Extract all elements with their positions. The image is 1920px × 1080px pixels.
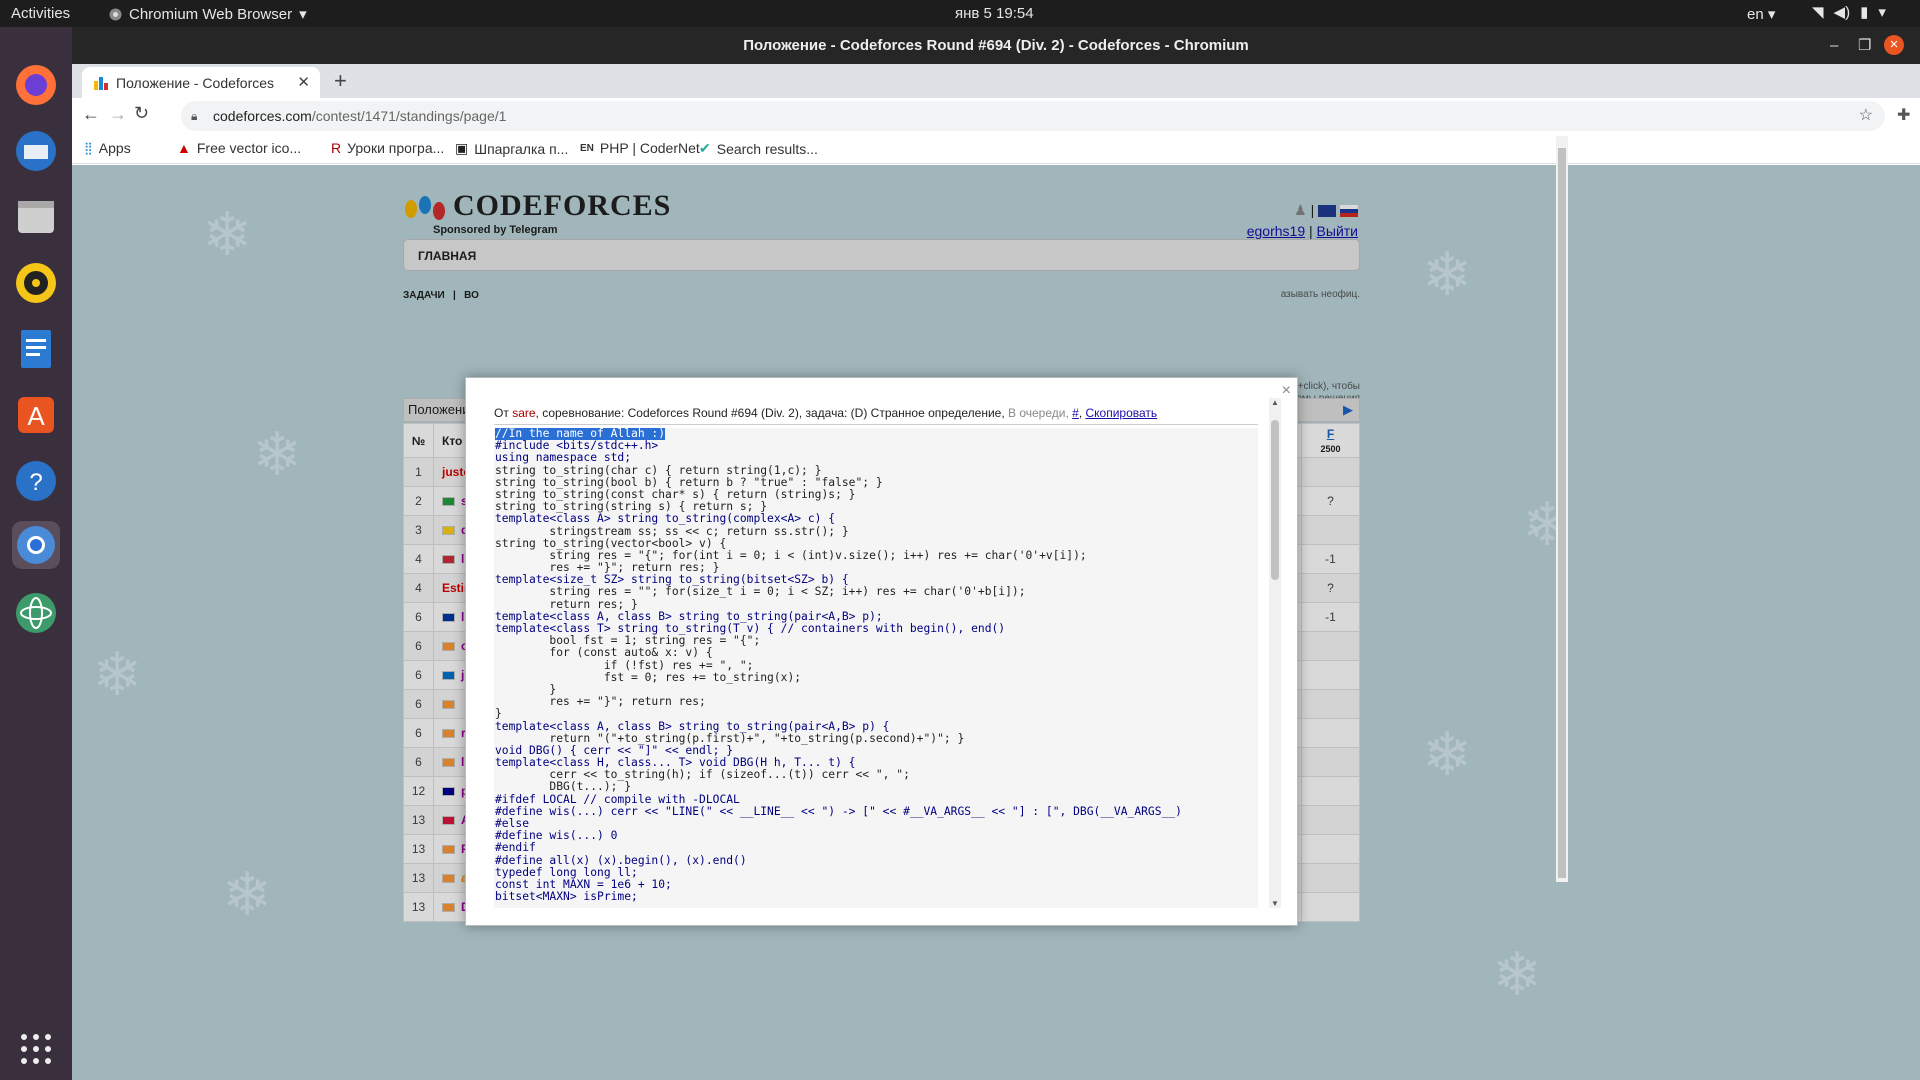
code-line: #define all(x) (x).begin(), (x).end() — [495, 853, 747, 867]
svg-text:A: A — [27, 401, 45, 431]
source-code[interactable]: //In the name of Allah :) #include <bits/… — [494, 428, 1258, 908]
restore-icon[interactable]: ❐ — [1858, 27, 1871, 64]
page-scrollbar-thumb[interactable] — [1558, 148, 1566, 878]
window-titlebar[interactable]: Положение - Codeforces Round #694 (Div. … — [72, 27, 1920, 64]
code-line: for (const auto& x: v) { — [495, 646, 713, 660]
atom-icon[interactable] — [12, 589, 60, 637]
power-menu-icon: ▾ — [1878, 4, 1886, 21]
help-icon[interactable]: ? — [12, 457, 60, 505]
selected-text: //In the name of Allah :) — [495, 428, 666, 440]
system-top-bar: Activities Chromium Web Browser ▾ янв 5 … — [0, 0, 1920, 27]
bookmark-free-vector[interactable]: ▲ Free vector ico... — [177, 140, 301, 156]
code-line: return res; } — [495, 597, 638, 611]
keyboard-layout[interactable]: en ▾ — [1747, 5, 1775, 23]
code-line: template<class A, class B> string to_str… — [495, 719, 890, 733]
code-line: res += "}"; return res; — [495, 695, 706, 709]
writer-icon[interactable] — [12, 325, 60, 373]
code-line: string res = ""; for(size_t i = 0; i < S… — [495, 585, 1026, 599]
page-viewport: ❄ ❄ ❄ ❄ ❄ ❄ ❄ ❄ CODEFORCES Sponsored by … — [72, 165, 1920, 1080]
code-line: using namespace std; — [495, 451, 632, 465]
code-line: #define wis(...) 0 — [495, 829, 618, 843]
new-tab-icon[interactable]: + — [334, 68, 347, 94]
browser-toolbar: ← → ↻ 🔒︎ codeforces.com/contest/1471/sta… — [72, 98, 1920, 134]
bookmark-lessons[interactable]: R Уроки програ... — [331, 140, 444, 156]
code-line: if (!fst) res += ", "; — [495, 658, 754, 672]
volume-icon: ◀) — [1833, 4, 1851, 21]
url-path: /contest/1471/standings/page/1 — [311, 108, 507, 124]
submission-hash-link[interactable]: # — [1072, 406, 1079, 420]
author-link[interactable]: sare — [512, 406, 535, 420]
scroll-up-icon[interactable]: ▲ — [1271, 398, 1279, 407]
source-code-popup: × От sare, соревнование: Codeforces Roun… — [465, 377, 1298, 926]
code-line: bitset<MAXN> isPrime; — [495, 890, 638, 904]
reload-icon[interactable]: ↻ — [134, 103, 149, 124]
bookmark-star-icon[interactable]: ☆ — [1859, 101, 1873, 131]
chromium-icon[interactable] — [12, 521, 60, 569]
page-scrollbar[interactable] — [1556, 136, 1568, 882]
chromium-small-icon — [109, 8, 122, 20]
lock-icon: 🔒︎ — [191, 109, 198, 123]
window-title: Положение - Codeforces Round #694 (Div. … — [743, 37, 1249, 54]
bookmarks-bar: ⣿ Apps ▲ Free vector ico... R Уроки програ.… — [72, 134, 1920, 164]
app-name: Chromium Web Browser — [129, 5, 293, 23]
bookmark-favicon-icon: ✔ — [699, 140, 711, 156]
bookmark-favicon-icon: R — [331, 140, 342, 156]
back-icon[interactable]: ← — [82, 104, 100, 125]
apps-grid-icon: ⣿ — [84, 141, 93, 155]
clock[interactable]: янв 5 19:54 — [955, 5, 1034, 22]
battery-icon: ▮ — [1860, 4, 1869, 21]
code-line: string to_string(char c) { return string… — [495, 463, 822, 477]
popup-scrollbar-thumb[interactable] — [1271, 420, 1279, 580]
scroll-down-icon[interactable]: ▼ — [1271, 899, 1279, 908]
app-menu[interactable]: Chromium Web Browser ▾ — [109, 5, 307, 23]
browser-window: Положение - Codeforces Round #694 (Div. … — [72, 27, 1920, 1080]
bookmark-cheatsheet[interactable]: ▣ Шпаргалка п... — [455, 140, 568, 157]
thunderbird-icon[interactable] — [12, 127, 60, 175]
system-tray[interactable]: ◥ ◀) ▮ ▾ — [1812, 3, 1886, 21]
copy-link[interactable]: Скопировать — [1086, 406, 1158, 420]
extensions-icon[interactable]: ✚ — [1897, 105, 1910, 125]
minimize-icon[interactable]: – — [1830, 27, 1838, 64]
wifi-icon: ◥ — [1812, 4, 1824, 21]
tab-title: Положение - Codeforces — [116, 74, 275, 91]
rhythmbox-icon[interactable] — [12, 259, 60, 307]
bookmark-codernet[interactable]: EN PHP | CoderNet — [580, 140, 700, 156]
dock: A ? — [0, 27, 72, 1080]
forward-icon[interactable]: → — [109, 104, 127, 125]
software-center-icon[interactable]: A — [12, 391, 60, 439]
close-popup-icon[interactable]: × — [1282, 382, 1291, 400]
bookmark-favicon-icon: EN — [580, 142, 594, 154]
address-bar[interactable]: 🔒︎ codeforces.com/contest/1471/standings… — [181, 101, 1885, 131]
popup-scrollbar[interactable]: ▲ ▼ — [1269, 398, 1281, 908]
bookmark-search-results[interactable]: ✔ Search results... — [699, 140, 818, 157]
close-window-icon[interactable]: × — [1884, 35, 1904, 55]
code-line: #endif — [495, 841, 536, 855]
code-line: } — [495, 707, 502, 721]
code-line: template<class A> string to_string(compl… — [495, 512, 836, 526]
activities-button[interactable]: Activities — [11, 5, 70, 22]
submission-info: От sare, соревнование: Codeforces Round … — [494, 406, 1258, 425]
show-apps-icon[interactable] — [12, 1025, 60, 1073]
code-line: DBG(t...); } — [495, 780, 632, 794]
bookmark-apps[interactable]: ⣿ Apps — [84, 140, 131, 156]
code-line: stringstream ss; ss << c; return ss.str(… — [495, 524, 849, 538]
bookmark-favicon-icon: ▣ — [455, 140, 469, 156]
tab-standings[interactable]: Положение - Codeforces ✕ — [82, 67, 320, 98]
svg-text:?: ? — [29, 469, 42, 496]
codeforces-favicon — [94, 76, 108, 90]
bookmark-favicon-icon: ▲ — [177, 140, 191, 156]
caret-down-icon: ▾ — [299, 6, 307, 23]
firefox-icon[interactable] — [12, 61, 60, 109]
verdict: В очереди, — [1008, 406, 1069, 420]
code-line: fst = 0; res += to_string(x); — [495, 670, 802, 684]
files-icon[interactable] — [12, 193, 60, 241]
code-line: #define wis(...) cerr << "LINE(" << __LI… — [495, 804, 1182, 818]
close-tab-icon[interactable]: ✕ — [297, 73, 310, 91]
code-line: #ifdef LOCAL // compile with -DLOCAL — [495, 792, 740, 806]
tab-strip: Положение - Codeforces ✕ + — [72, 64, 1920, 98]
url-host: codeforces.com — [213, 108, 312, 124]
